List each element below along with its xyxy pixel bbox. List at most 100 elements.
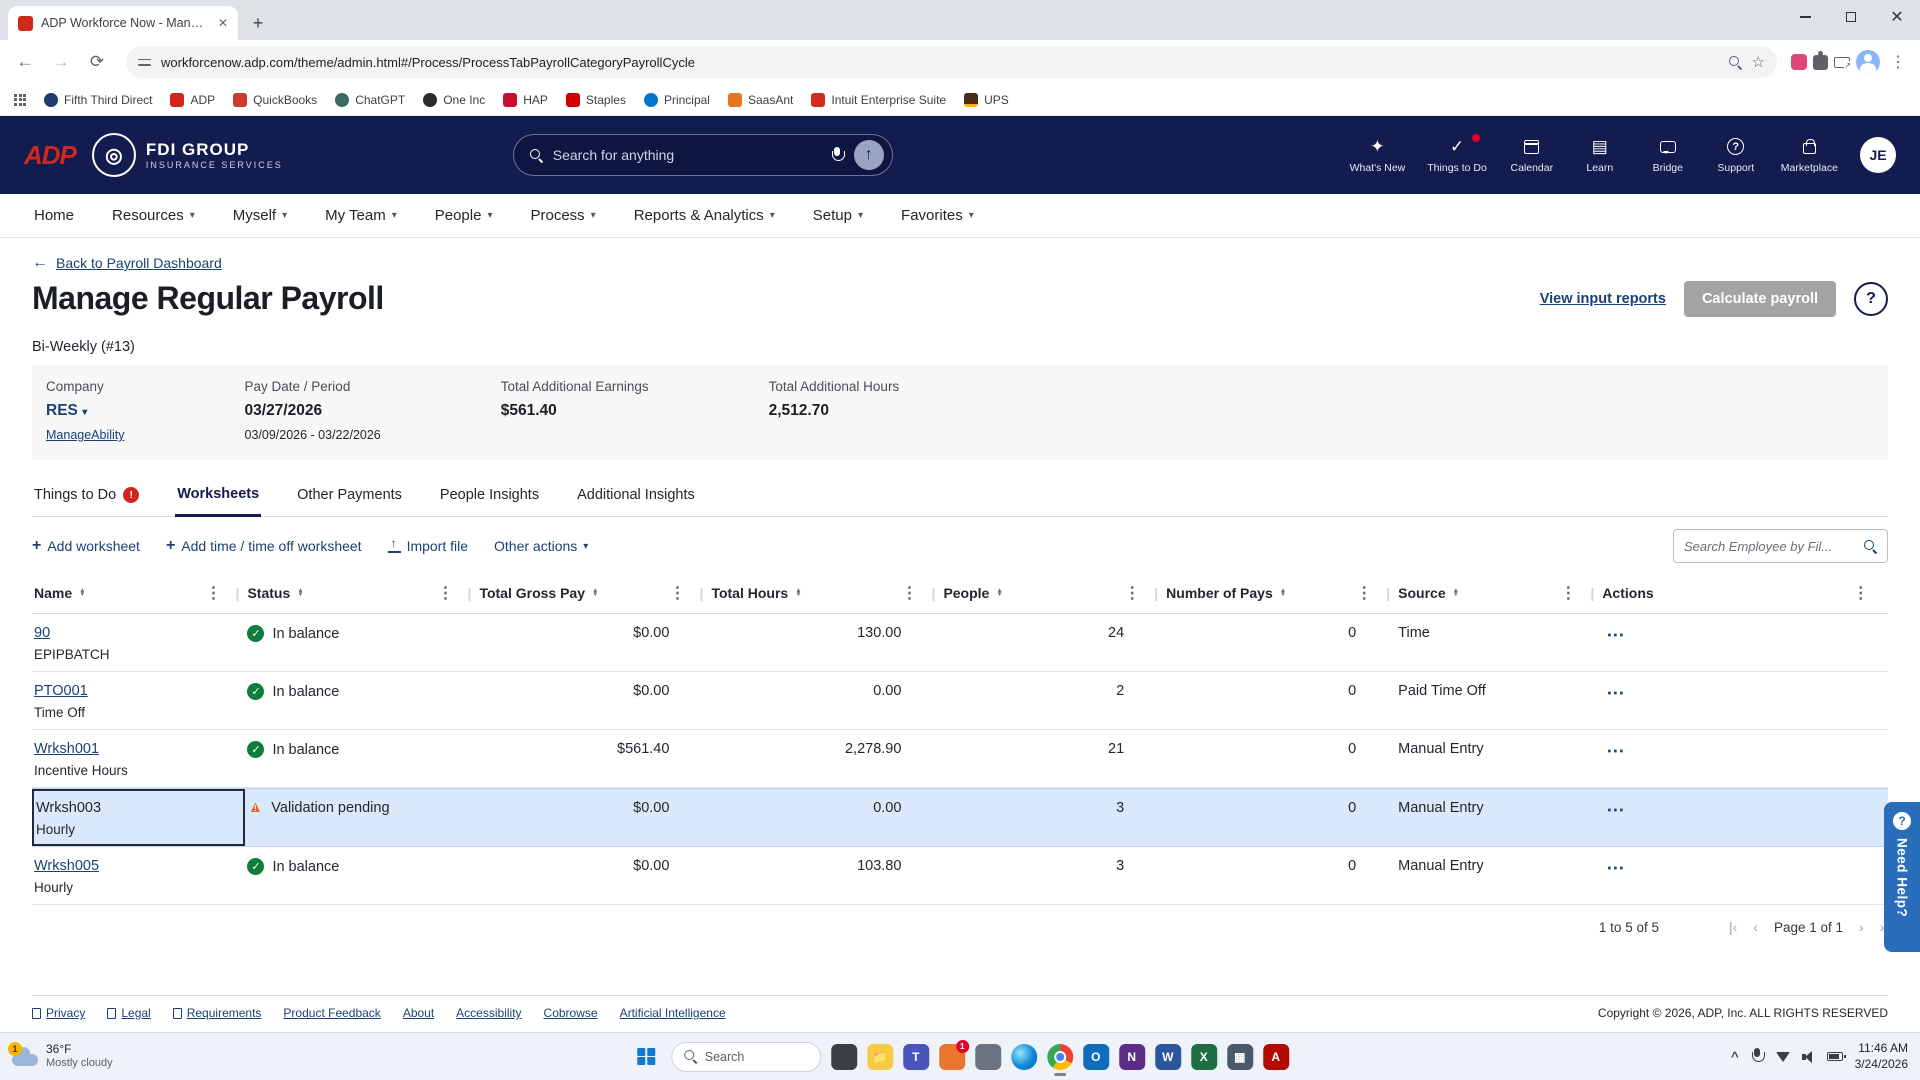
bookmark-item[interactable]: One Inc: [423, 92, 485, 107]
bookmark-item[interactable]: Staples: [565, 92, 626, 107]
column-menu-icon[interactable]: ⋮: [666, 583, 690, 603]
settings-icon[interactable]: [974, 1043, 1001, 1070]
sort-icon[interactable]: ▲ ▼: [1280, 587, 1286, 597]
browser-tab[interactable]: ADP Workforce Now - Manage ✕: [8, 6, 238, 40]
address-bar[interactable]: workforcenow.adp.com/theme/admin.html#/P…: [126, 46, 1777, 78]
chrome-icon[interactable]: [1046, 1043, 1073, 1076]
hidden-icons-chevron[interactable]: ^: [1731, 1049, 1739, 1064]
help-button[interactable]: ?: [1854, 281, 1888, 316]
view-input-reports-link[interactable]: View input reports: [1540, 291, 1666, 307]
start-button[interactable]: [631, 1042, 661, 1072]
file-explorer-icon[interactable]: 📁: [866, 1043, 893, 1070]
next-page-button[interactable]: ›: [1859, 919, 1864, 935]
bridge-button[interactable]: Bridge: [1645, 137, 1691, 174]
row-actions-button[interactable]: ⋯: [1602, 800, 1625, 820]
sort-icon[interactable]: ▲ ▼: [79, 587, 85, 597]
wifi-icon[interactable]: [1775, 1051, 1790, 1062]
marketplace-button[interactable]: Marketplace: [1781, 137, 1838, 174]
taskbar-app-icon[interactable]: 1: [938, 1039, 969, 1070]
nav-item-people[interactable]: People ▾: [435, 207, 493, 224]
new-tab-button[interactable]: +: [244, 9, 272, 37]
things-to-do-button[interactable]: ✓ Things to Do: [1427, 132, 1487, 174]
worksheet-name[interactable]: Wrksh003: [36, 800, 101, 816]
maximize-button[interactable]: [1828, 0, 1874, 34]
column-menu-icon[interactable]: ⋮: [898, 583, 922, 603]
bookmark-item[interactable]: Fifth Third Direct: [44, 92, 152, 107]
nav-item-home[interactable]: Home: [34, 207, 74, 224]
tab-worksheets[interactable]: Worksheets: [175, 476, 262, 517]
manageability-link[interactable]: ManageAbility: [46, 428, 125, 442]
table-row[interactable]: 90 EPIPBATCH ✓ In balance $0.00 130.00 24 …: [32, 614, 1888, 672]
minimize-button[interactable]: [1782, 0, 1828, 34]
nav-item-my-team[interactable]: My Team ▾: [325, 207, 397, 224]
sort-icon[interactable]: ▲ ▼: [297, 587, 303, 597]
column-header-gross-pay[interactable]: Total Gross Pay ▲ ▼ ⋮ |: [477, 573, 709, 613]
column-header-name[interactable]: Name ▲ ▼ ⋮ |: [32, 573, 245, 613]
bookmark-item[interactable]: QuickBooks: [233, 92, 317, 107]
sort-icon[interactable]: ▲ ▼: [1453, 587, 1459, 597]
column-header-status[interactable]: Status ▲ ▼ ⋮ |: [245, 573, 477, 613]
import-file-button[interactable]: Import file: [387, 536, 468, 554]
column-header-people[interactable]: People ▲ ▼ ⋮ |: [941, 573, 1164, 613]
bookmark-item[interactable]: ADP: [170, 92, 215, 107]
outlook-icon[interactable]: O: [1082, 1043, 1109, 1070]
sort-icon[interactable]: ▲ ▼: [592, 587, 598, 597]
bookmark-item[interactable]: HAP: [503, 92, 548, 107]
footer-link-legal[interactable]: Legal: [107, 1006, 151, 1020]
edge-icon[interactable]: [1010, 1043, 1037, 1070]
worksheet-link[interactable]: 90: [34, 625, 50, 641]
battery-icon[interactable]: [1826, 1052, 1846, 1061]
word-icon[interactable]: W: [1154, 1043, 1181, 1070]
microphone-icon[interactable]: [831, 146, 845, 164]
nav-item-myself[interactable]: Myself ▾: [233, 207, 287, 224]
back-to-dashboard-link[interactable]: Back to Payroll Dashboard: [56, 255, 222, 271]
back-button[interactable]: ←: [10, 47, 40, 77]
bookmark-item[interactable]: Principal: [643, 92, 710, 107]
tab-close-icon[interactable]: ✕: [218, 16, 228, 30]
nav-item-process[interactable]: Process ▾: [530, 207, 595, 224]
volume-icon[interactable]: [1801, 1050, 1815, 1063]
calendar-button[interactable]: Calendar: [1509, 137, 1555, 174]
footer-link-cobrowse[interactable]: Cobrowse: [544, 1006, 598, 1020]
column-menu-icon[interactable]: ⋮: [1352, 583, 1376, 603]
taskbar-clock[interactable]: 11:46 AM 3/24/2026: [1855, 1041, 1908, 1072]
table-row[interactable]: PTO001 Time Off ✓ In balance $0.00 0.00 2 …: [32, 672, 1888, 730]
tab-things-to-do[interactable]: Things to Do!: [32, 476, 141, 516]
footer-link-privacy[interactable]: Privacy: [32, 1006, 85, 1020]
worksheet-link[interactable]: Wrksh005: [34, 858, 99, 874]
column-menu-icon[interactable]: ⋮: [1849, 583, 1873, 603]
row-actions-button[interactable]: ⋯: [1602, 858, 1625, 878]
column-menu-icon[interactable]: ⋮: [202, 583, 226, 603]
sort-icon[interactable]: ▲ ▼: [996, 587, 1002, 597]
weather-widget[interactable]: 1 36°F Mostly cloudy: [8, 1042, 113, 1071]
tab-other-payments[interactable]: Other Payments: [295, 476, 404, 516]
calculator-icon[interactable]: ▦: [1226, 1043, 1253, 1070]
taskbar-search-input[interactable]: [704, 1049, 795, 1064]
row-actions-button[interactable]: ⋯: [1602, 625, 1625, 645]
table-row-selected[interactable]: Wrksh003 Hourly ▲! Validation pending $0.0…: [32, 788, 1888, 847]
acrobat-icon[interactable]: A: [1262, 1043, 1289, 1070]
add-time-worksheet-button[interactable]: + Add time / time off worksheet: [166, 537, 362, 555]
table-row[interactable]: Wrksh001 Incentive Hours ✓ In balance $561…: [32, 730, 1888, 788]
support-button[interactable]: ? Support: [1713, 137, 1759, 174]
footer-link-accessibility[interactable]: Accessibility: [456, 1006, 521, 1020]
send-to-device-icon[interactable]: [1834, 56, 1851, 70]
sort-icon[interactable]: ▲ ▼: [795, 587, 801, 597]
previous-page-button[interactable]: ‹: [1753, 919, 1758, 935]
onenote-icon[interactable]: N: [1118, 1043, 1145, 1070]
column-menu-icon[interactable]: ⋮: [1120, 583, 1144, 603]
row-actions-button[interactable]: ⋯: [1602, 741, 1625, 761]
extensions-puzzle-icon[interactable]: [1813, 50, 1828, 70]
search-icon[interactable]: [1864, 539, 1877, 553]
row-actions-button[interactable]: ⋯: [1602, 683, 1625, 703]
worksheet-link[interactable]: PTO001: [34, 683, 88, 699]
worksheet-link[interactable]: Wrksh001: [34, 741, 99, 757]
column-menu-icon[interactable]: ⋮: [434, 583, 458, 603]
first-page-button[interactable]: |‹: [1729, 919, 1737, 935]
other-actions-dropdown[interactable]: Other actions ▾: [494, 538, 588, 554]
footer-link-requirements[interactable]: Requirements: [172, 1006, 261, 1020]
bookmark-star-icon[interactable]: ☆: [1752, 53, 1765, 71]
forward-button[interactable]: →: [46, 47, 76, 77]
excel-icon[interactable]: X: [1190, 1043, 1217, 1070]
extension-icon[interactable]: [1791, 54, 1807, 70]
